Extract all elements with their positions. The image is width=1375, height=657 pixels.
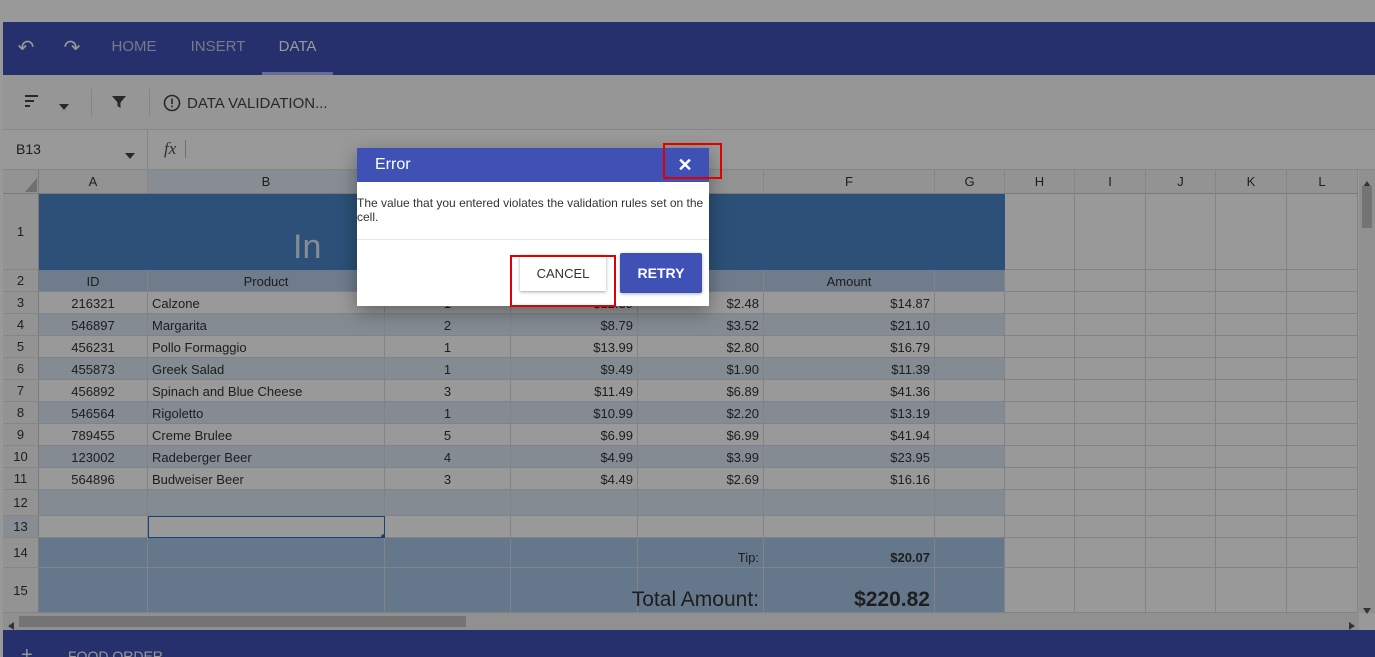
dialog-divider — [357, 239, 709, 240]
highlight-close-box — [663, 143, 722, 179]
spreadsheet-app: ↶ ↷ HOME INSERT DATA DATA VALIDATION... … — [0, 0, 1375, 657]
dialog-header: Error ✕ — [357, 148, 709, 182]
dialog-title: Error — [375, 156, 411, 173]
retry-button[interactable]: RETRY — [620, 253, 702, 293]
modal-overlay — [0, 0, 1375, 657]
dialog-message: The value that you entered violates the … — [357, 196, 704, 224]
highlight-cancel-box — [510, 255, 616, 307]
